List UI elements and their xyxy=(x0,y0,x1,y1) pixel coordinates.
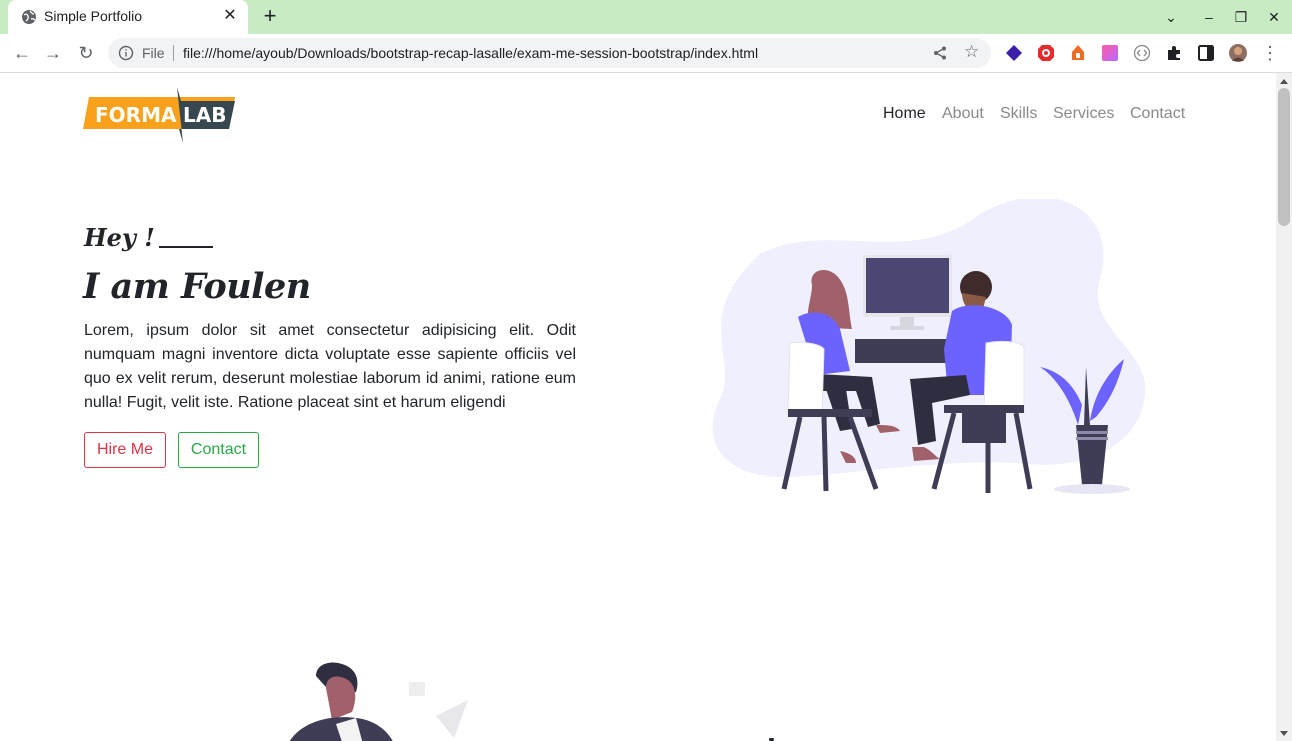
url-text[interactable]: file:///home/ayoub/Downloads/bootstrap-r… xyxy=(183,45,758,61)
scrollbar-thumb[interactable] xyxy=(1278,88,1290,226)
share-icon[interactable] xyxy=(932,45,948,61)
nav-about[interactable]: About xyxy=(942,105,984,123)
svg-text:FORMA: FORMA xyxy=(95,103,177,127)
browser-tab[interactable]: Simple Portfolio ✕ xyxy=(8,0,248,34)
formalab-logo[interactable]: FORMA LAB xyxy=(83,85,235,145)
extension-gradient-icon[interactable] xyxy=(1101,44,1119,62)
page-scrollbar[interactable] xyxy=(1276,73,1292,741)
extension-adblock-icon[interactable] xyxy=(1037,44,1055,62)
extension-code-icon[interactable] xyxy=(1133,44,1151,62)
omnibox-divider xyxy=(173,45,174,61)
url-scheme-label: File xyxy=(142,45,165,61)
svg-text:LAB: LAB xyxy=(183,103,226,127)
globe-icon xyxy=(22,10,36,24)
nav-contact[interactable]: Contact xyxy=(1130,105,1185,123)
hero-illustration xyxy=(712,199,1146,494)
hero-headline: I am Foulen xyxy=(83,266,311,307)
reload-icon[interactable]: ↻ xyxy=(75,42,97,64)
back-icon[interactable]: ← xyxy=(11,42,33,64)
about-illustration xyxy=(289,662,468,741)
greeting-underline xyxy=(159,246,213,248)
forward-icon[interactable]: → xyxy=(42,42,64,64)
hero-paragraph: Lorem, ipsum dolor sit amet consectetur … xyxy=(84,322,576,411)
hire-me-button[interactable]: Hire Me xyxy=(84,432,166,468)
nav-skills[interactable]: Skills xyxy=(1000,105,1037,123)
page-viewport: FORMA LAB Home About Skills Services Con… xyxy=(0,73,1276,741)
browser-menu-icon[interactable]: ⋮ xyxy=(1259,42,1281,64)
profile-avatar[interactable] xyxy=(1229,44,1247,62)
nav-services[interactable]: Services xyxy=(1053,105,1114,123)
tab-strip: Simple Portfolio ✕ + ⌄ – ❐ ✕ xyxy=(0,0,1292,34)
bookmark-star-icon[interactable]: ☆ xyxy=(964,43,982,61)
new-tab-button[interactable]: + xyxy=(259,5,281,27)
tab-close-icon[interactable]: ✕ xyxy=(221,7,239,25)
restore-icon[interactable]: ❐ xyxy=(1232,8,1250,26)
contact-button[interactable]: Contact xyxy=(178,432,259,468)
extensions-puzzle-icon[interactable] xyxy=(1165,44,1183,62)
tab-search-icon[interactable]: ⌄ xyxy=(1162,8,1180,26)
browser-toolbar: ← → ↻ File file:///home/ayoub/Downloads/… xyxy=(0,34,1292,73)
side-panel-icon[interactable] xyxy=(1197,44,1215,62)
scroll-up-arrow-icon[interactable] xyxy=(1280,79,1288,84)
info-icon[interactable] xyxy=(118,45,134,61)
hero-greeting: Hey ! xyxy=(84,223,155,252)
address-bar[interactable]: File file:///home/ayoub/Downloads/bootst… xyxy=(108,38,991,68)
close-window-icon[interactable]: ✕ xyxy=(1265,8,1283,26)
nav-home[interactable]: Home xyxy=(883,105,926,123)
minimize-icon[interactable]: – xyxy=(1200,8,1218,26)
extension-fire-icon[interactable] xyxy=(1069,44,1087,62)
tab-title: Simple Portfolio xyxy=(44,8,143,24)
extension-diamond-icon[interactable] xyxy=(1005,44,1023,62)
scroll-down-arrow-icon[interactable] xyxy=(1280,731,1288,736)
